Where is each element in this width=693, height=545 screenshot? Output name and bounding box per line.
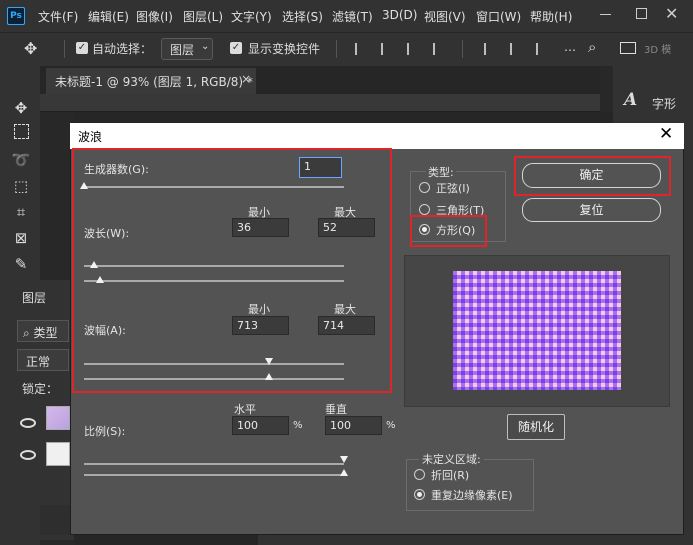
photoshop-logo: Ps	[7, 7, 25, 25]
percent-unit: %	[293, 420, 303, 431]
highlight-ok-button	[514, 156, 671, 196]
show-transform-checkbox[interactable]: ✓	[230, 42, 242, 54]
type-group-label: 类型:	[426, 164, 456, 180]
divider	[64, 40, 65, 58]
dialog-titlebar	[70, 123, 684, 149]
document-tab[interactable]: 未标题-1 @ 93% (图层 1, RGB/8) *	[46, 68, 256, 94]
lock-label: 锁定：	[22, 382, 59, 396]
type-sine-label[interactable]: 正弦(I)	[436, 180, 470, 196]
3d-mode-label: 3D 模	[644, 45, 672, 56]
wrap-around-label[interactable]: 折回(R)	[431, 467, 469, 483]
menu-view[interactable]: 视图(V)	[424, 8, 466, 25]
menu-image[interactable]: 图像(I)	[136, 8, 173, 25]
align-right-icon[interactable]	[407, 43, 419, 55]
layer-filter-dropdown[interactable]: ⌕ 类型	[17, 320, 69, 342]
menu-edit[interactable]: 编辑(E)	[88, 8, 129, 25]
align-top-icon[interactable]	[433, 43, 445, 55]
menu-type[interactable]: 文字(Y)	[231, 8, 272, 25]
auto-select-label: 自动选择：	[92, 42, 153, 56]
reset-button[interactable]: 复位	[522, 198, 661, 222]
wave-preview-image	[453, 271, 621, 390]
visibility-eye-icon[interactable]	[20, 418, 36, 428]
glyphs-panel-label[interactable]: 字形	[652, 95, 676, 112]
layer-filter-label: 类型	[33, 326, 58, 340]
frame-tool-icon[interactable]: ⊠	[11, 228, 31, 248]
menu-window[interactable]: 窗口(W)	[476, 8, 521, 25]
auto-select-target-value: 图层	[170, 43, 195, 57]
blend-mode-dropdown[interactable]: 正常	[17, 349, 69, 371]
horizontal-ruler	[40, 94, 600, 112]
type-sine-radio[interactable]	[419, 182, 430, 193]
highlight-wave-parameters	[72, 148, 392, 393]
lasso-tool-icon[interactable]: ➰	[11, 150, 31, 170]
divider	[462, 40, 463, 58]
scale-vertical-input[interactable]: 100	[325, 416, 382, 435]
scale-horizontal-header: 水平	[234, 403, 256, 416]
scale-vertical-header: 垂直	[325, 403, 347, 416]
move-tool-icon[interactable]: ✥	[11, 98, 31, 118]
menu-3d[interactable]: 3D(D)	[382, 8, 417, 22]
percent-unit: %	[386, 420, 396, 431]
document-tab-title: 未标题-1 @ 93% (图层 1, RGB/8) *	[55, 75, 253, 89]
minimize-icon[interactable]	[600, 14, 611, 15]
more-options-icon[interactable]: …	[564, 40, 576, 54]
align-left-icon[interactable]	[355, 43, 367, 55]
workspace-icon[interactable]	[620, 42, 636, 54]
randomize-button[interactable]: 随机化	[507, 414, 565, 440]
menu-select[interactable]: 选择(S)	[282, 8, 323, 25]
menu-file[interactable]: 文件(F)	[38, 8, 78, 25]
undefined-area-label: 未定义区域:	[419, 451, 484, 467]
scale-label: 比例(S):	[84, 425, 126, 438]
maximize-icon[interactable]	[636, 8, 647, 19]
character-panel-icon[interactable]: A	[624, 90, 637, 110]
close-window-icon[interactable]: ✕	[665, 4, 678, 23]
close-tab-icon[interactable]: ×	[241, 72, 251, 86]
menu-filter[interactable]: 滤镜(T)	[332, 8, 373, 25]
auto-select-checkbox[interactable]: ✓	[76, 42, 88, 54]
divider	[336, 40, 337, 58]
eyedropper-tool-icon[interactable]: ✎	[11, 254, 31, 274]
scale-vertical-slider-handle[interactable]	[340, 469, 348, 476]
visibility-eye-icon[interactable]	[20, 450, 36, 460]
distribute-top-icon[interactable]	[484, 43, 496, 55]
scale-horizontal-slider-track[interactable]	[84, 463, 344, 465]
move-tool-icon[interactable]: ✥	[24, 39, 37, 58]
align-center-icon[interactable]	[381, 43, 393, 55]
search-icon[interactable]: ⌕	[588, 38, 596, 56]
close-icon[interactable]: ✕	[659, 124, 673, 144]
repeat-edge-pixels-radio[interactable]	[414, 489, 425, 500]
wrap-around-radio[interactable]	[414, 469, 425, 480]
layer-thumbnail[interactable]	[46, 406, 70, 430]
distribute-middle-icon[interactable]	[510, 43, 522, 55]
scale-horizontal-slider-handle[interactable]	[340, 456, 348, 463]
quick-select-tool-icon[interactable]: ⬚	[11, 176, 31, 196]
highlight-square-type	[410, 215, 487, 247]
chevron-down-icon: ⌄	[201, 41, 210, 52]
menu-help[interactable]: 帮助(H)	[530, 8, 572, 25]
crop-tool-icon[interactable]: ⌗	[11, 202, 31, 222]
show-transform-label: 显示变换控件	[248, 42, 321, 56]
type-triangle-radio[interactable]	[419, 204, 430, 215]
scale-vertical-slider-track[interactable]	[84, 474, 344, 476]
distribute-bottom-icon[interactable]	[536, 43, 548, 55]
marquee-tool-icon[interactable]	[14, 124, 29, 139]
dialog-title: 波浪	[78, 130, 103, 144]
scale-horizontal-input[interactable]: 100	[232, 416, 289, 435]
repeat-edge-pixels-label[interactable]: 重复边缘像素(E)	[431, 487, 513, 503]
menu-layer[interactable]: 图层(L)	[183, 8, 223, 25]
layers-tab[interactable]: 图层	[22, 289, 46, 306]
layer-thumbnail[interactable]	[46, 442, 70, 466]
